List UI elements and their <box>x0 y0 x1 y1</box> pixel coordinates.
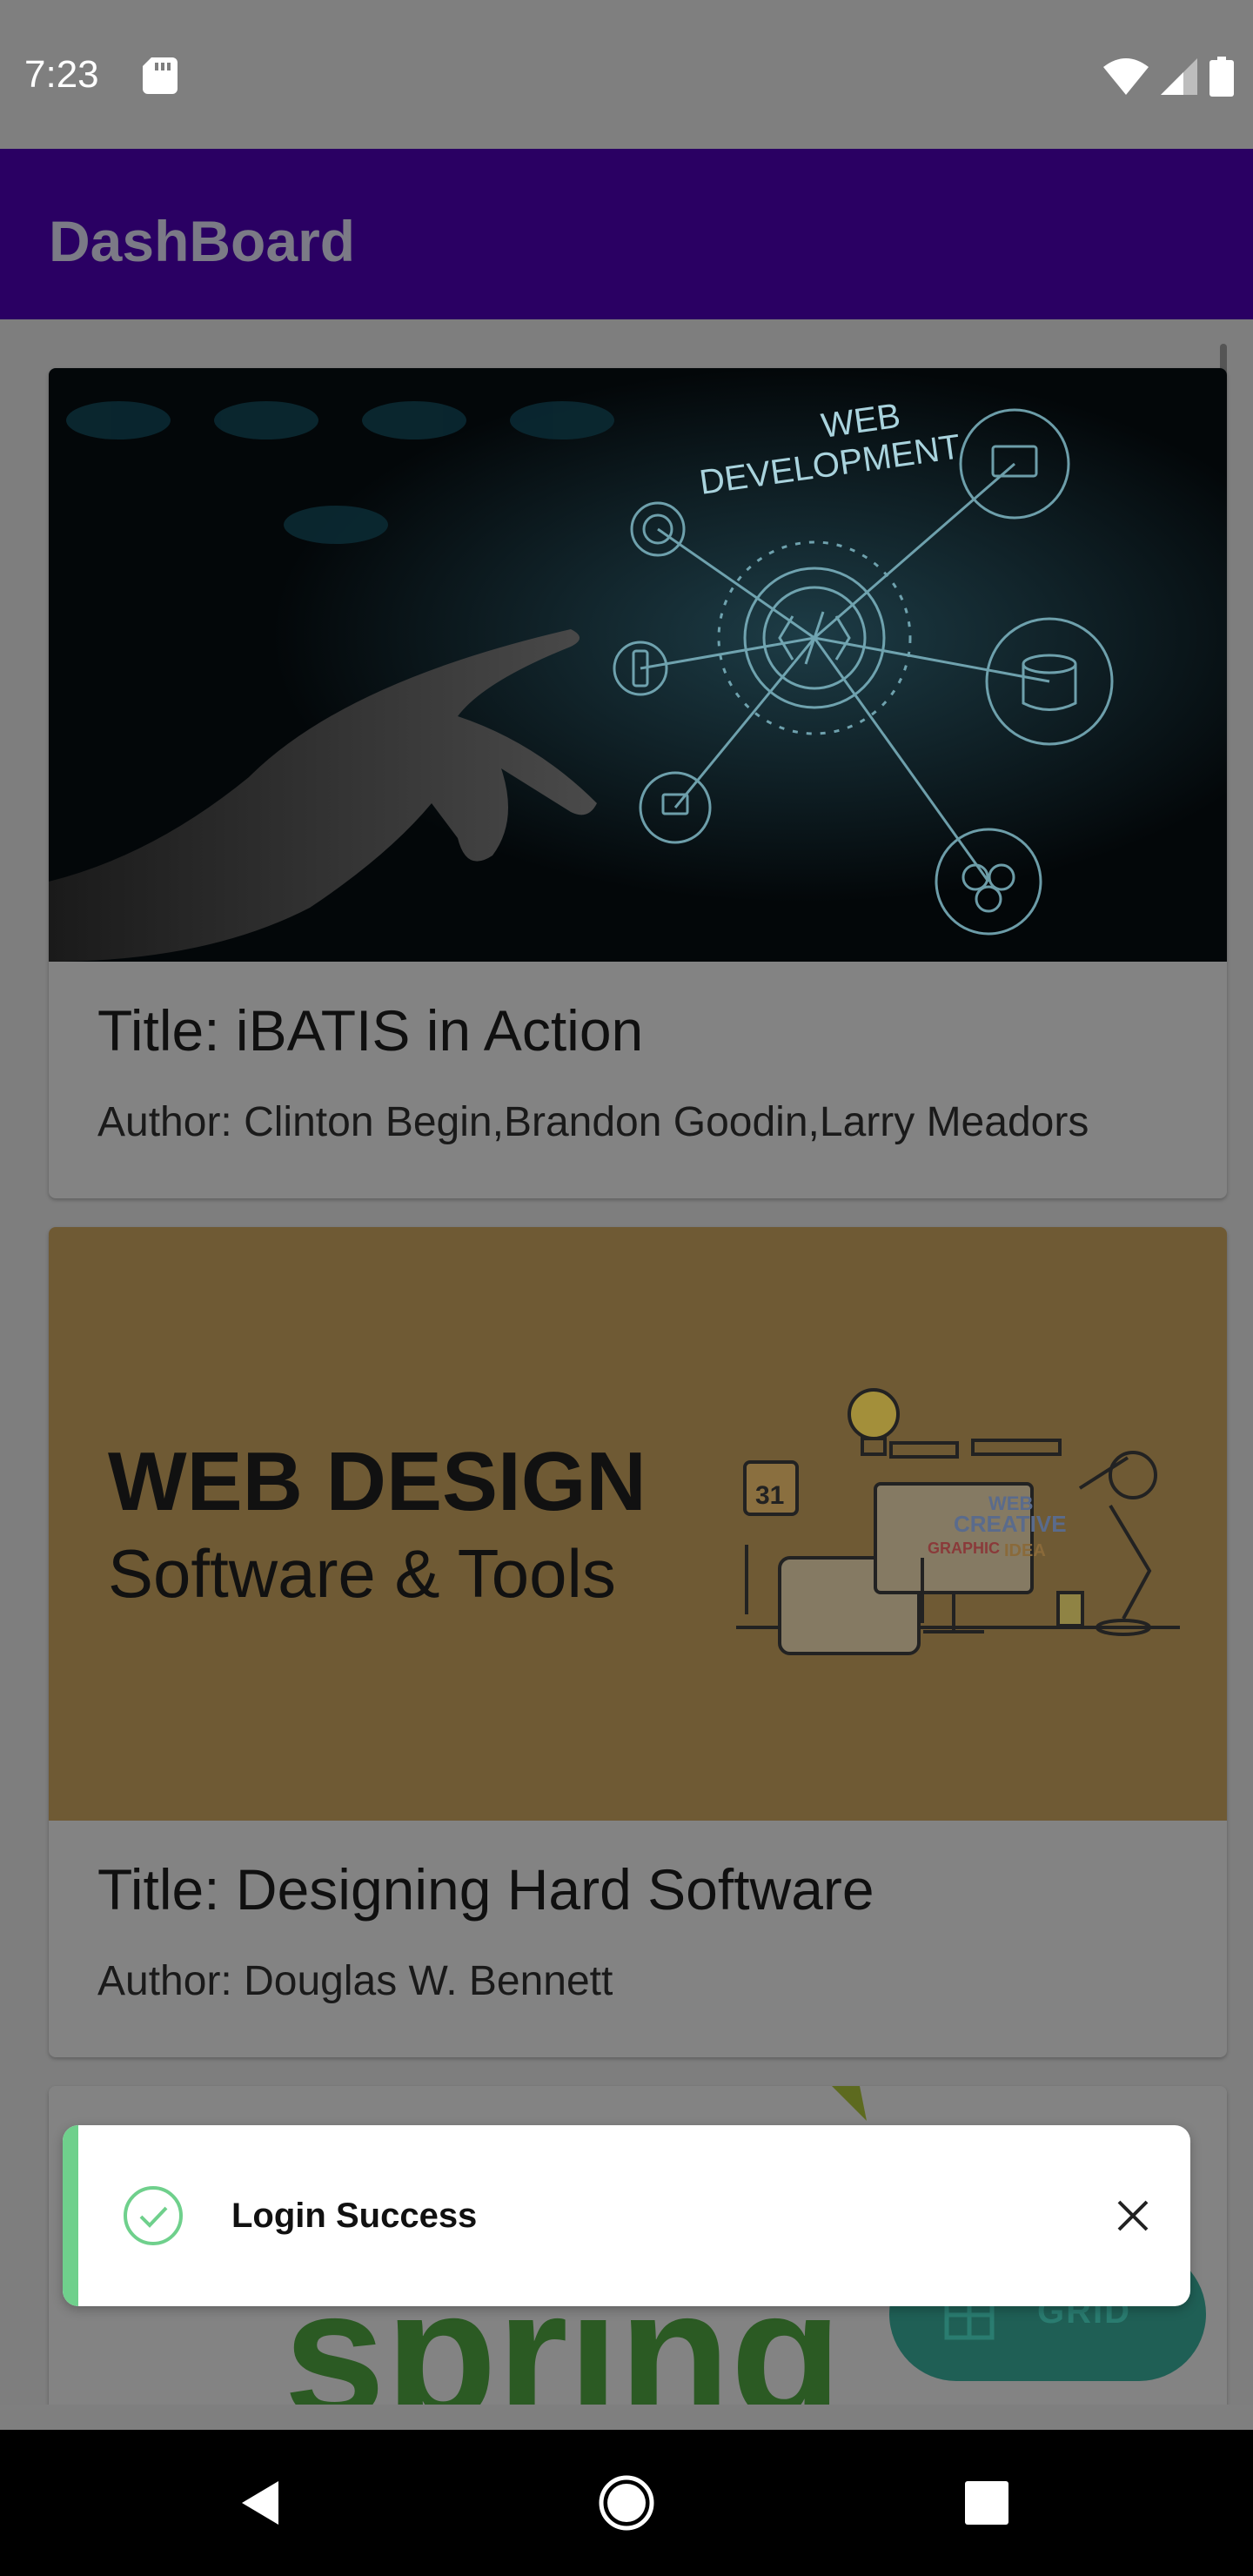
toast-accent-bar <box>63 2125 78 2306</box>
login-toast: Login Success <box>63 2125 1190 2306</box>
book-card[interactable]: WEB DESIGN Software & Tools 31 WEB CREAT… <box>49 1227 1227 2057</box>
cover-text-software-tools: Software & Tools <box>108 1535 616 1612</box>
check-circle-icon <box>124 2186 183 2245</box>
book-cover-image: WEB DESIGN Software & Tools 31 WEB CREAT… <box>49 1227 1227 1821</box>
book-list[interactable]: WEB DEVELOPMENT Title: iBATIS in Action … <box>0 319 1253 2405</box>
navigation-bar <box>0 2430 1253 2576</box>
toast-message: Login Success <box>231 2197 478 2235</box>
back-icon[interactable] <box>235 2477 287 2529</box>
app-title: DashBoard <box>49 209 356 273</box>
sd-card-icon <box>143 57 178 94</box>
signal-icon <box>1161 58 1197 95</box>
status-bar: 7:23 <box>0 0 1253 149</box>
cover-text-web-design: WEB DESIGN <box>108 1435 647 1528</box>
wifi-icon <box>1103 58 1149 95</box>
battery-icon <box>1209 57 1234 97</box>
status-time: 7:23 <box>24 53 99 96</box>
app-bar: DashBoard <box>0 149 1253 319</box>
close-icon[interactable] <box>1114 2197 1152 2235</box>
book-author: Author: Douglas W. Bennett <box>97 1958 613 2004</box>
home-icon[interactable] <box>599 2475 654 2531</box>
book-title: Title: Designing Hard Software <box>97 1857 874 1922</box>
book-title: Title: iBATIS in Action <box>97 998 644 1063</box>
cover-text-idea: IDEA <box>1004 1541 1046 1560</box>
book-author: Author: Clinton Begin,Brandon Goodin,Lar… <box>97 1099 1089 1145</box>
book-cover-image: WEB DEVELOPMENT <box>49 368 1227 962</box>
cover-text-creative: CREATIVE <box>954 1511 1067 1537</box>
cover-text-graphic: GRAPHIC <box>928 1540 1000 1557</box>
recents-icon[interactable] <box>963 2479 1010 2526</box>
book-card[interactable]: WEB DEVELOPMENT Title: iBATIS in Action … <box>49 368 1227 1198</box>
cover-text-calendar: 31 <box>755 1481 784 1510</box>
